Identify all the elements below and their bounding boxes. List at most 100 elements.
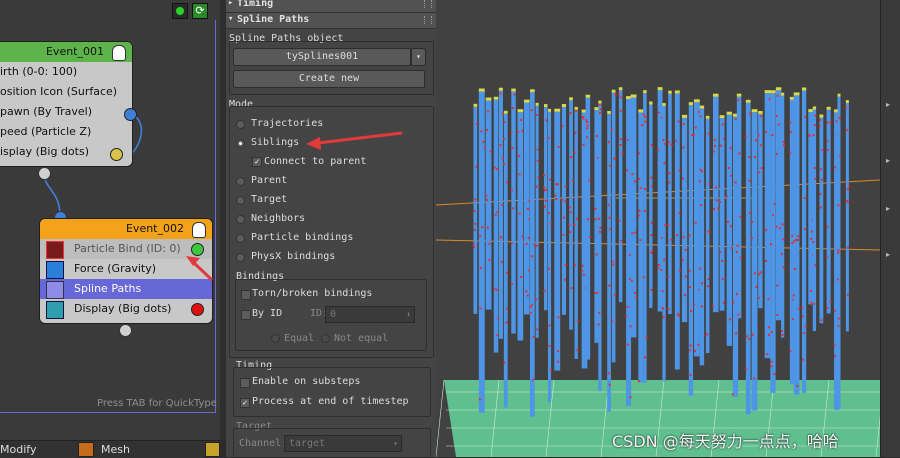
- particle-dot: [487, 110, 490, 113]
- particle-dot: [803, 197, 806, 200]
- strand-tip: [758, 111, 763, 115]
- particle-dot: [833, 166, 836, 169]
- toolbar-arrow-icon[interactable]: ▸: [886, 250, 896, 262]
- particle-dot: [699, 267, 702, 270]
- particle-dot: [512, 207, 515, 210]
- particle-dot: [629, 396, 632, 399]
- particle-dot: [792, 294, 795, 297]
- particle-dot: [607, 372, 610, 375]
- particle-dot: [608, 383, 611, 386]
- particle-dot: [657, 267, 660, 270]
- particle-dot: [505, 321, 508, 324]
- particle-strand: [699, 108, 705, 366]
- particle-dot: [644, 120, 647, 123]
- object-icon: [205, 442, 220, 457]
- particle-dot: [586, 121, 589, 124]
- particle-dot: [765, 260, 768, 263]
- strand-tip: [535, 102, 539, 106]
- strand-tip: [498, 87, 503, 91]
- particle-dot: [594, 218, 597, 221]
- particle-dot: [728, 318, 731, 321]
- particle-dot: [833, 344, 836, 347]
- particle-dot: [576, 349, 579, 352]
- particle-dot: [812, 134, 815, 137]
- particle-dot: [810, 301, 813, 304]
- particle-dot: [801, 315, 804, 318]
- particle-dot: [516, 131, 519, 134]
- particle-dot: [699, 115, 702, 118]
- particle-dot: [657, 111, 660, 114]
- modify-tab[interactable]: Modify: [0, 443, 36, 456]
- particle-strand: [770, 93, 776, 393]
- strand-tip: [819, 114, 824, 118]
- particle-dot: [626, 138, 629, 141]
- particle-dot: [713, 138, 716, 141]
- particle-strand: [693, 102, 700, 357]
- particle-dot: [713, 208, 716, 211]
- particle-dot: [765, 131, 768, 134]
- particle-dot: [810, 230, 813, 233]
- mesh-tab[interactable]: Mesh: [101, 443, 130, 456]
- particle-dot: [570, 287, 573, 290]
- particle-dot: [599, 226, 602, 229]
- particle-strand: [547, 111, 552, 403]
- particle-dot: [793, 267, 796, 270]
- particle-dot: [736, 293, 739, 296]
- particle-dot: [472, 242, 475, 245]
- particle-dot: [568, 206, 571, 209]
- particle-dot: [759, 271, 762, 274]
- particle-dot: [814, 114, 817, 117]
- particle-dot: [499, 236, 502, 239]
- particle-dot: [819, 192, 822, 195]
- particle-dot: [783, 144, 786, 147]
- particle-dot: [846, 188, 849, 191]
- strand-tip: [561, 104, 567, 108]
- particle-dot: [595, 135, 598, 138]
- particle-dot: [474, 198, 477, 201]
- particle-dot: [582, 115, 585, 118]
- particle-dot: [751, 333, 754, 336]
- particle-strand: [781, 95, 785, 338]
- particle-dot: [781, 333, 784, 336]
- strand-tip: [837, 93, 841, 97]
- particle-dot: [847, 185, 850, 188]
- particle-dot: [499, 92, 502, 95]
- strand-tip: [611, 89, 616, 93]
- particle-dot: [768, 98, 771, 101]
- particle-dot: [664, 142, 667, 145]
- particle-dot: [639, 186, 642, 189]
- particle-dot: [638, 152, 641, 155]
- strand-tip: [478, 88, 485, 92]
- strand-tip: [705, 115, 710, 119]
- toolbar-arrow-icon[interactable]: ▸: [886, 100, 896, 112]
- particle-dot: [599, 230, 602, 233]
- particle-dot: [473, 210, 476, 213]
- particle-dot: [834, 355, 837, 358]
- particle-dot: [638, 214, 641, 217]
- strand-tip: [775, 87, 782, 91]
- annotation-arrow: [306, 131, 403, 150]
- toolbar-arrow-icon[interactable]: ▸: [886, 156, 896, 168]
- strand-tip: [845, 100, 849, 104]
- particle-dot: [730, 246, 733, 249]
- particle-dot: [746, 335, 749, 338]
- particle-dot: [721, 123, 724, 126]
- particle-view-graph[interactable]: ⟳ Event_001 irth (0-0: 100) osition Icon…: [0, 0, 220, 440]
- particle-dot: [535, 298, 538, 301]
- toolbar-arrow-icon[interactable]: ▸: [886, 204, 896, 216]
- particle-dot: [734, 181, 737, 184]
- particle-strand: [561, 107, 567, 315]
- particle-dot: [531, 255, 534, 258]
- particle-dot: [473, 245, 476, 248]
- particle-dot: [739, 215, 742, 218]
- particle-dot: [661, 290, 664, 293]
- particle-dot: [719, 144, 722, 147]
- particle-strand: [712, 96, 719, 313]
- particle-dot: [568, 230, 571, 233]
- particle-strand: [535, 105, 539, 338]
- particle-dot: [767, 298, 770, 301]
- particle-dot: [803, 332, 806, 335]
- particle-dot: [837, 317, 840, 320]
- particle-dot: [496, 334, 499, 337]
- perspective-viewport[interactable]: [436, 0, 880, 457]
